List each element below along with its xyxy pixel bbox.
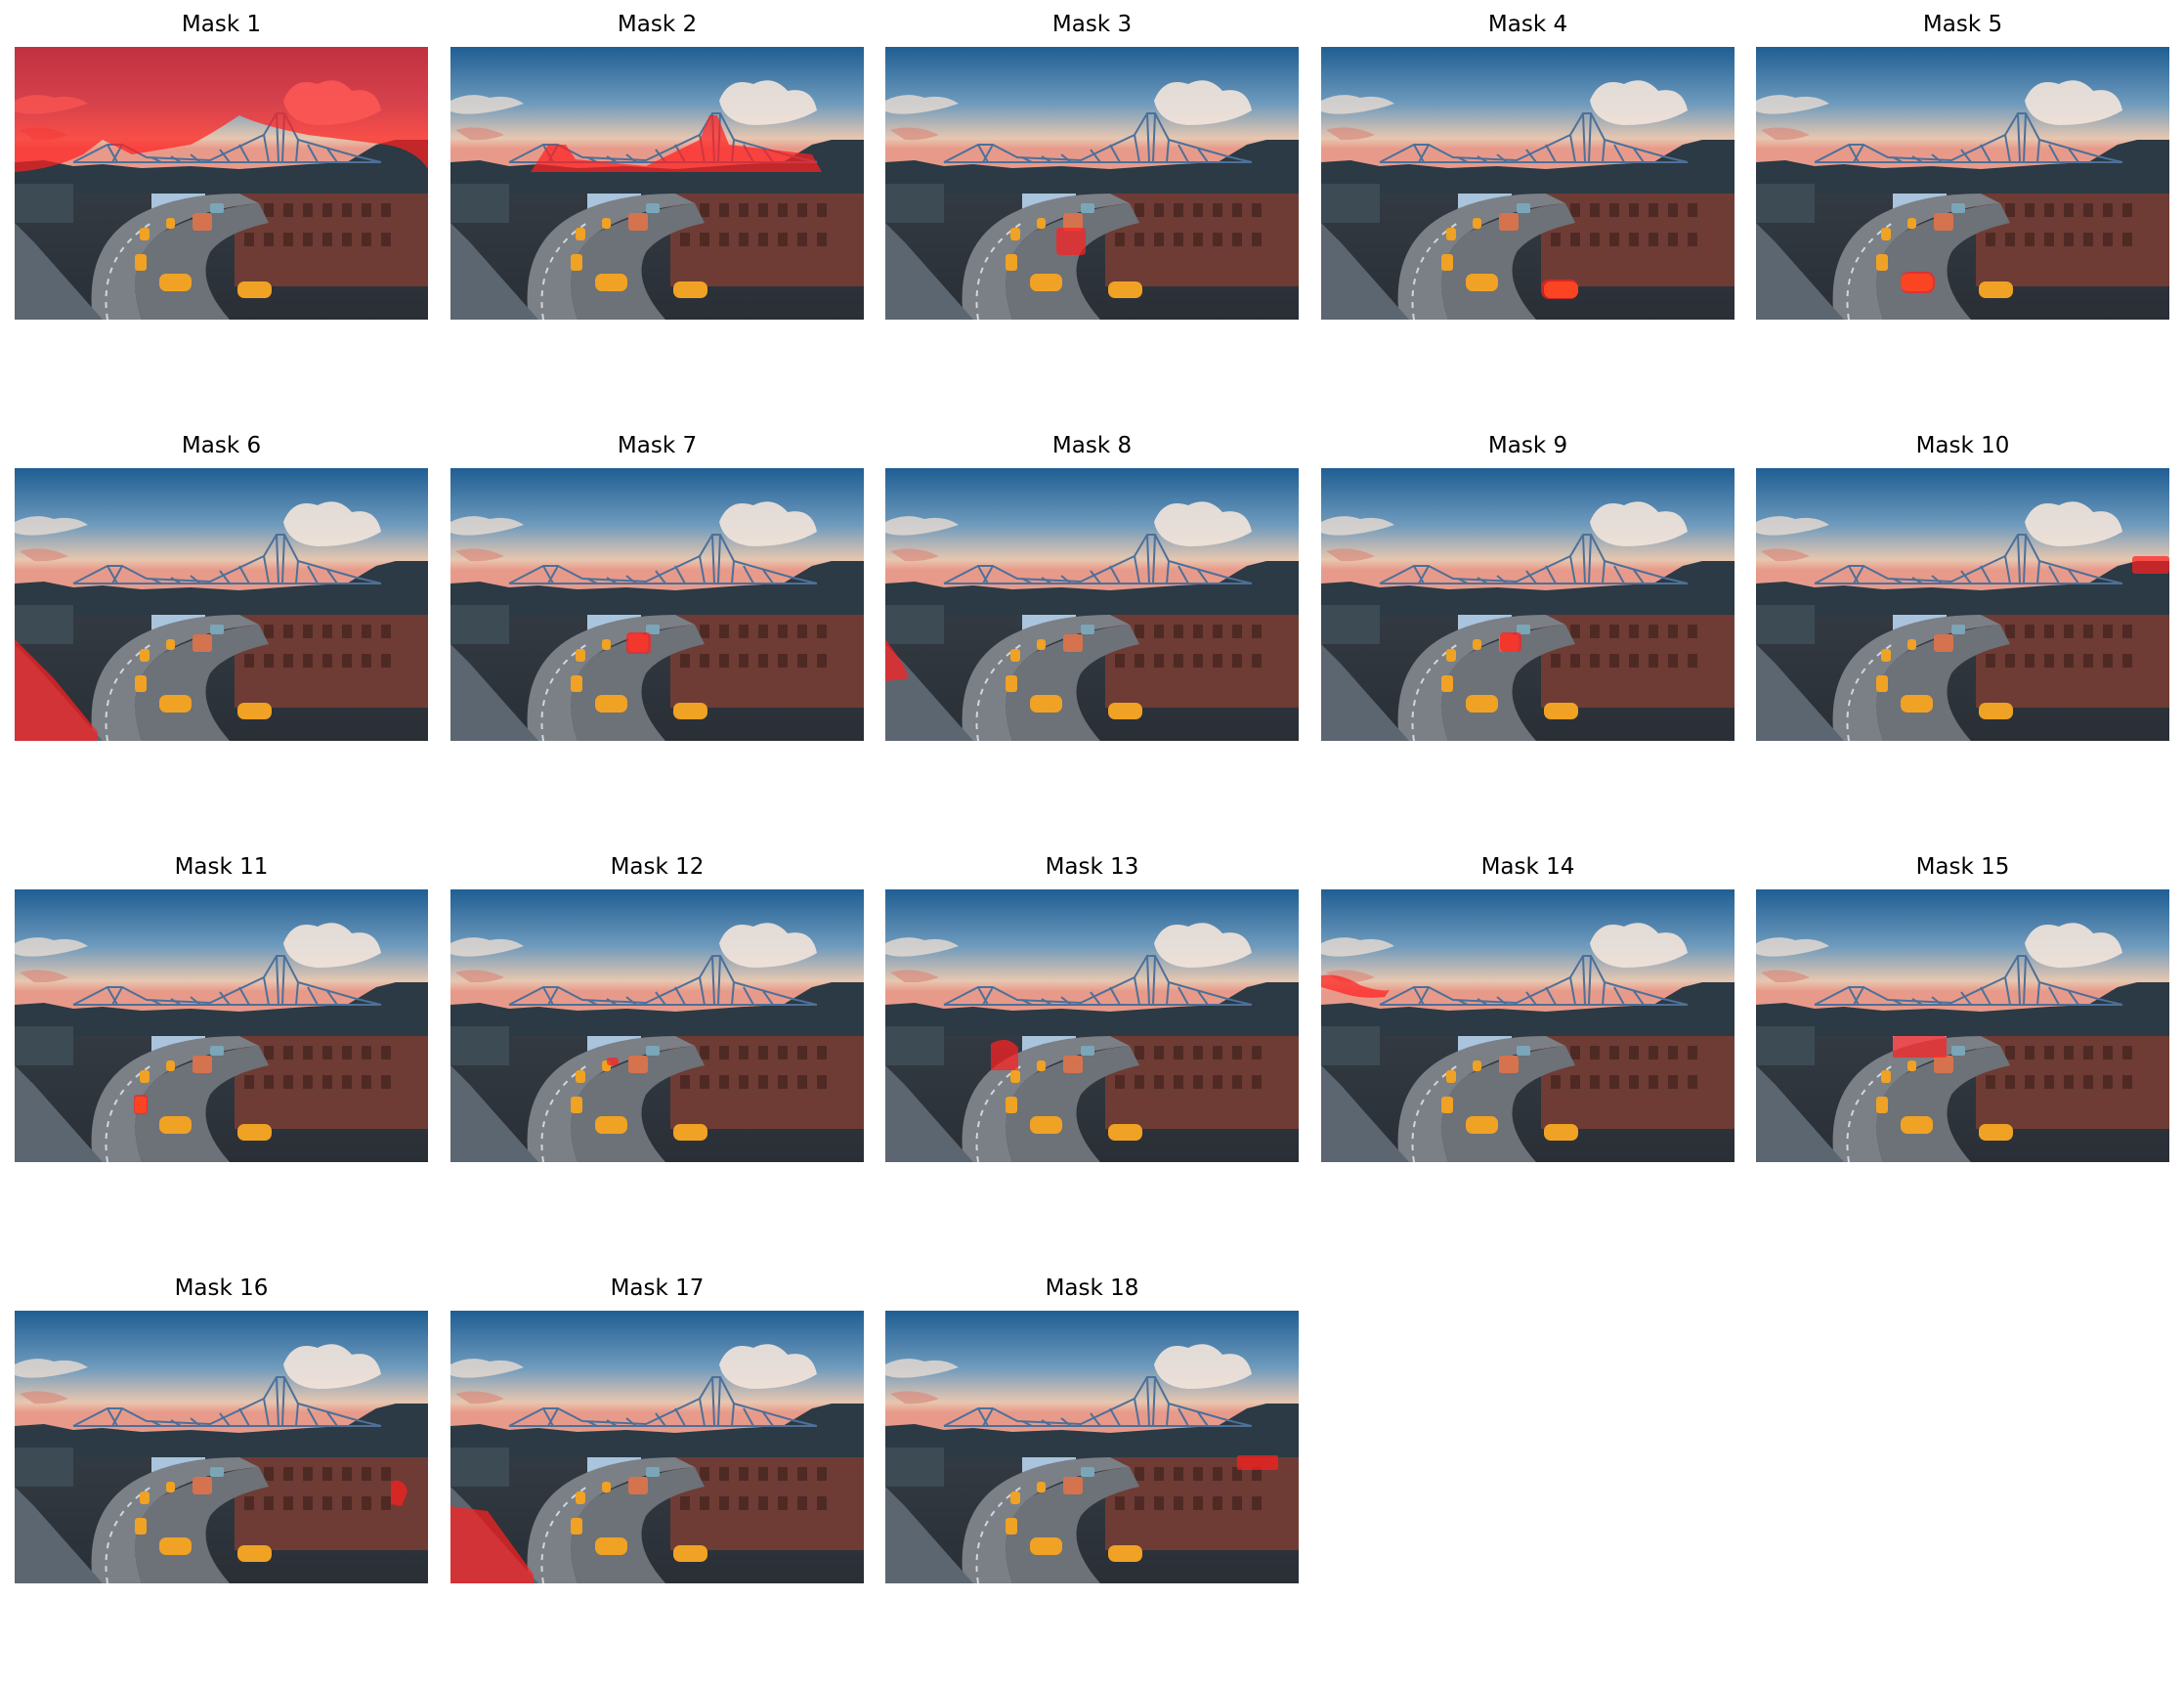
- panel-title: Mask 1: [181, 12, 262, 37]
- panel-title: Mask 10: [1915, 433, 2010, 458]
- panel-title: Mask 16: [174, 1275, 269, 1301]
- panel-title: Mask 12: [610, 854, 705, 880]
- panel-title: Mask 13: [1045, 854, 1139, 880]
- mask-overlay: [134, 1095, 148, 1114]
- panel-title: Mask 2: [617, 12, 698, 37]
- panel-title: Mask 11: [174, 854, 269, 880]
- masked-photo-thumbnail: [885, 1311, 1299, 1583]
- masked-photo-thumbnail: [450, 1311, 864, 1583]
- masked-photo-thumbnail: [1756, 889, 2169, 1162]
- mask-overlay: [991, 1039, 1018, 1070]
- mask-overlay: [1237, 1455, 1278, 1470]
- mask-overlay: [1541, 280, 1578, 299]
- masked-photo-thumbnail: [1756, 47, 2169, 320]
- masked-photo-thumbnail: [885, 468, 1299, 741]
- masked-photo-thumbnail: [1321, 468, 1734, 741]
- panel-title: Mask 17: [610, 1275, 705, 1301]
- masked-photo-thumbnail: [15, 468, 428, 741]
- mask-overlay: [1893, 1036, 1947, 1058]
- mask-overlay: [607, 1058, 619, 1065]
- panel-title: Mask 8: [1051, 433, 1133, 458]
- masked-photo-thumbnail: [15, 889, 428, 1162]
- masked-photo-thumbnail: [15, 1311, 428, 1583]
- panel-title: Mask 14: [1480, 854, 1575, 880]
- mask-overlay: [2132, 556, 2169, 574]
- masked-photo-thumbnail: [1756, 468, 2169, 741]
- mask-overlay: [1901, 272, 1935, 293]
- masked-photo-thumbnail: [450, 468, 864, 741]
- mask-overlay: [1500, 632, 1521, 652]
- panel-title: Mask 15: [1915, 854, 2010, 880]
- masked-photo-thumbnail: [885, 889, 1299, 1162]
- masked-photo-thumbnail: [450, 889, 864, 1162]
- panel-title: Mask 5: [1922, 12, 2003, 37]
- masked-photo-thumbnail: [885, 47, 1299, 320]
- panel-title: Mask 18: [1045, 1275, 1139, 1301]
- masked-photo-thumbnail: [1321, 47, 1734, 320]
- mask-overlay: [626, 632, 651, 654]
- panel-title: Mask 9: [1487, 433, 1568, 458]
- masked-photo-thumbnail: [450, 47, 864, 320]
- panel-title: Mask 3: [1051, 12, 1133, 37]
- panel-title: Mask 6: [181, 433, 262, 458]
- mask-overlay: [1056, 228, 1086, 255]
- panel-title: Mask 7: [617, 433, 698, 458]
- masked-photo-thumbnail: [15, 47, 428, 320]
- masked-photo-thumbnail: [1321, 889, 1734, 1162]
- panel-title: Mask 4: [1487, 12, 1568, 37]
